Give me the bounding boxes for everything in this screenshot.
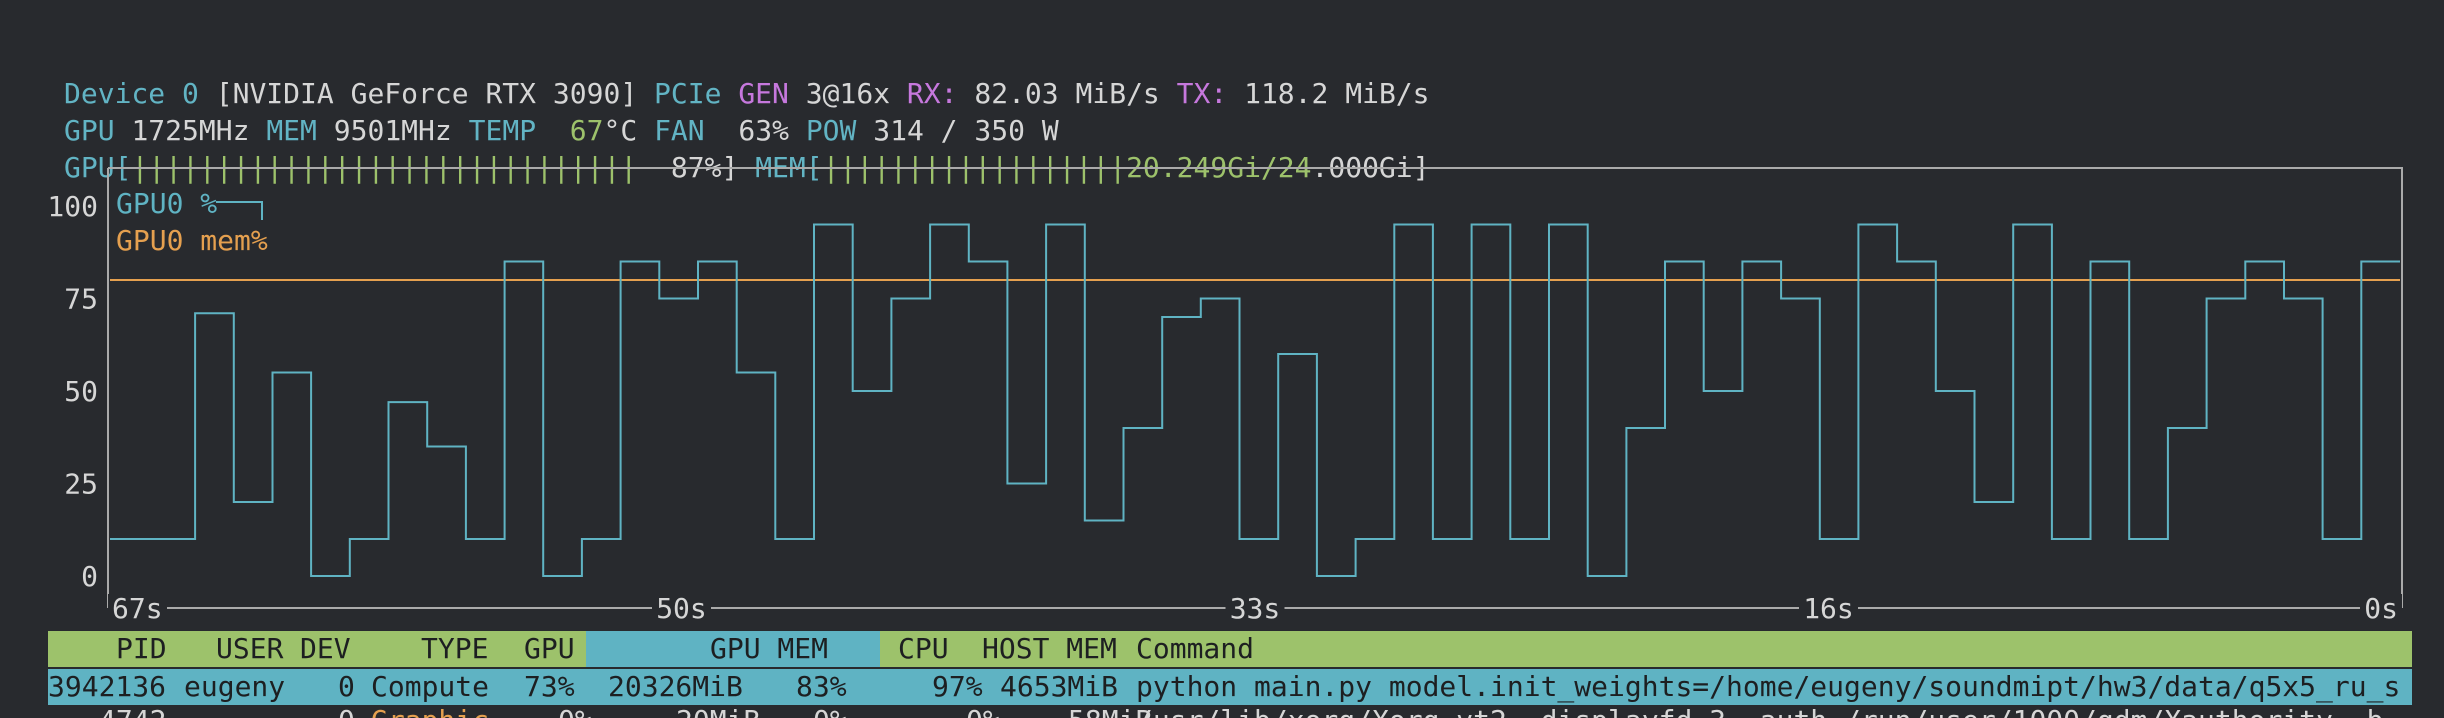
chart-legend: GPU0 % GPU0 mem% xyxy=(116,187,268,257)
header-gpu-mem[interactable]: GPU MEM xyxy=(710,631,828,667)
x-tick-label: 67s xyxy=(112,592,163,625)
process-row-selected[interactable]: 3942136 eugeny 0 Compute 73% 20326MiB 83… xyxy=(48,669,2412,705)
series-layer xyxy=(110,223,2400,577)
x-tick-label: 16s xyxy=(1803,592,1854,625)
header-command[interactable]: Command xyxy=(1136,631,1254,667)
header-type[interactable]: TYPE xyxy=(421,631,488,667)
process-gpu-mem-pct: 83% xyxy=(796,670,847,703)
y-axis-ticks: 100 75 50 25 0 xyxy=(47,190,98,593)
process-user: eugeny xyxy=(184,670,286,703)
y-tick-label: 25 xyxy=(64,468,98,501)
y-tick-label: 0 xyxy=(81,560,98,593)
y-tick-label: 100 xyxy=(47,190,98,223)
process-row[interactable]: 4742 0 Graphic 0% 20MiB 0% 0% 58MiB /usr… xyxy=(48,707,2412,718)
process-gpu: 0% xyxy=(558,707,592,718)
process-host-mem: 4653MiB xyxy=(1000,670,1119,703)
chart-border xyxy=(107,167,2403,608)
process-type: Graphic xyxy=(371,707,489,718)
tx-label: TX: xyxy=(1176,77,1228,110)
x-tick-label: 0s xyxy=(2364,592,2398,625)
process-pid: 3942136 xyxy=(48,670,167,703)
process-cpu: 0% xyxy=(966,707,1000,718)
header-dev[interactable]: DEV xyxy=(300,631,351,667)
legend-mem-label: GPU0 mem% xyxy=(116,224,268,257)
process-type: Compute xyxy=(371,670,490,703)
process-command: /usr/lib/xorg/Xorg vt2 -displayfd 3 -aut… xyxy=(1136,707,2383,718)
util-bars-line: GPU[|||||||||||||||||||||||||||||| 87%] … xyxy=(64,114,1430,184)
tx-value: 118.2 MiB/s xyxy=(1244,77,1430,110)
legend-gpu-swatch xyxy=(216,201,263,220)
process-dev: 0 xyxy=(338,707,355,718)
y-tick-label: 75 xyxy=(64,283,98,316)
x-tick-label: 33s xyxy=(1230,592,1281,625)
x-tick-label: 50s xyxy=(656,592,707,625)
chart-frame xyxy=(107,167,2403,609)
process-gpu: 73% xyxy=(524,670,575,703)
header-host-mem[interactable]: HOST MEM xyxy=(982,631,1117,667)
process-pid: 4742 xyxy=(99,707,166,718)
device-stats-line: GPU 1725MHz MEM 9501MHz TEMP 67°C FAN 63… xyxy=(64,77,1059,147)
process-gpu-mem: 20326MiB xyxy=(608,670,743,703)
header-gpu[interactable]: GPU xyxy=(524,631,575,667)
legend-gpu-label: GPU0 % xyxy=(116,187,217,220)
gpu-history-chart: 100 75 50 25 0 67s 50s 33s 16s 0s GPU0 % GPU0 mem… xyxy=(47,167,2403,625)
header-pid[interactable]: PID xyxy=(116,631,167,667)
header-user[interactable]: USER xyxy=(216,631,283,667)
process-gpu-mem: 20MiB xyxy=(676,707,760,718)
y-tick-label: 50 xyxy=(64,375,98,408)
process-cpu: 97% xyxy=(932,670,983,703)
gpu-series-line xyxy=(110,223,2400,577)
process-command: python main.py model.init_weights=/home/… xyxy=(1136,670,2401,703)
process-table-header: PID USER DEV TYPE GPU GPU MEM CPU HOST M… xyxy=(48,631,2412,667)
process-gpu-mem-pct: 0% xyxy=(813,707,847,718)
header-cpu[interactable]: CPU xyxy=(898,631,949,667)
process-dev: 0 xyxy=(338,670,355,703)
device-info-line: Device 0 [NVIDIA GeForce RTX 3090] PCIe … xyxy=(64,40,1430,110)
